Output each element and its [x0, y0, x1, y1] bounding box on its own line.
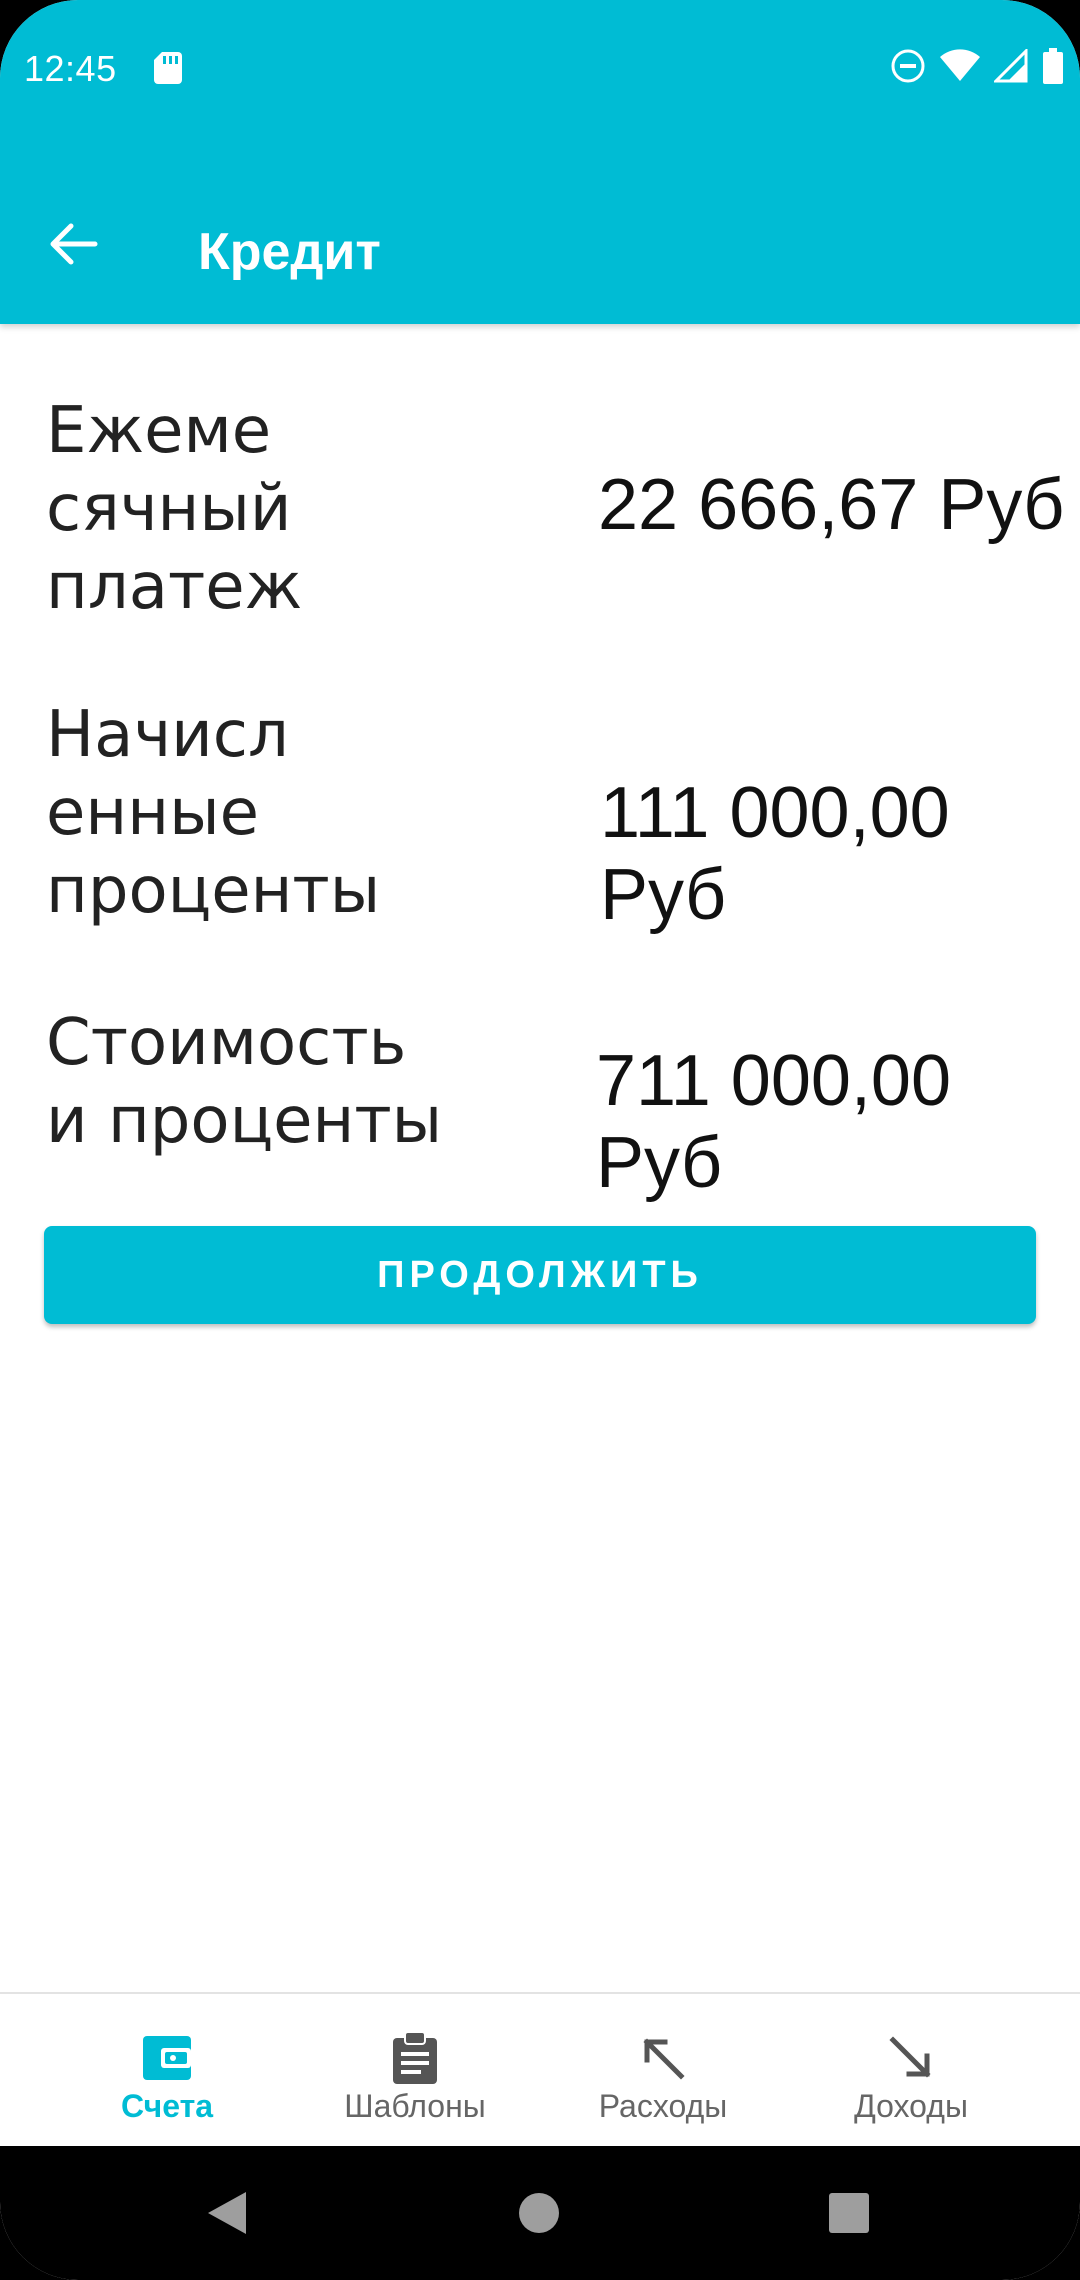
continue-button[interactable]: ПРОДОЛЖИТЬ [44, 1226, 1036, 1324]
result-label-text: Ежеме сячный платеж [46, 394, 303, 624]
result-value: 111 000,00 Руб [600, 773, 950, 935]
system-navigation-bar [0, 2146, 1080, 2280]
back-triangle-icon[interactable] [204, 2190, 248, 2236]
result-value: 22 666,67 Руб [598, 465, 1065, 545]
recents-square-icon[interactable] [828, 2192, 870, 2234]
page-title: Кредит [198, 223, 381, 281]
back-button[interactable] [44, 214, 104, 274]
result-row-accrued-interest: Начисл енные проценты 111 000,00 Руб [0, 696, 1080, 936]
result-label: Стоимость и проценты [46, 1004, 442, 1160]
clipboard-icon [393, 2031, 437, 2084]
result-value: 711 000,00 Руб [596, 1041, 952, 1203]
home-circle-icon[interactable] [518, 2192, 560, 2234]
result-row-monthly-payment: Ежеме сячный платеж 22 666,67 Руб [0, 392, 1080, 632]
arrow-back-icon [50, 223, 98, 265]
result-row-total-cost: Стоимость и проценты 711 000,00 Руб [0, 1004, 1080, 1203]
signal-icon [994, 49, 1028, 83]
dnd-icon [891, 49, 925, 83]
nav-item-income[interactable]: Доходы [776, 1994, 1046, 2148]
nav-label: Доходы [854, 2088, 968, 2124]
status-time: 12:45 [24, 48, 117, 89]
nav-item-templates[interactable]: Шаблоны [280, 1994, 550, 2148]
sd-card-icon [154, 52, 182, 84]
result-label-text: Начисл енные проценты [46, 698, 381, 928]
app-bar: 12:45 Кредит [0, 0, 1080, 324]
nav-label: Расходы [598, 2088, 728, 2124]
result-label-text: Стоимость и проценты [46, 1006, 443, 1158]
nav-label: Счета [120, 2088, 214, 2124]
nav-item-expenses[interactable]: Расходы [528, 1994, 798, 2148]
arrow-down-right-icon [889, 2036, 931, 2078]
wifi-icon [940, 49, 980, 81]
battery-icon [1043, 48, 1063, 84]
phone-screen: 12:45 Кредит Ежеме сячный платеж 22 666,… [0, 0, 1080, 2280]
wallet-icon [143, 2036, 191, 2080]
nav-label: Шаблоны [344, 2088, 486, 2124]
result-label: Ежеме сячный платеж [46, 392, 302, 626]
nav-item-accounts[interactable]: Счета [32, 1994, 302, 2148]
status-icons [890, 46, 1064, 86]
arrow-up-left-icon [643, 2038, 685, 2080]
result-label: Начисл енные проценты [46, 696, 380, 930]
bottom-navigation: Счета Шаблоны Расходы Доходы [0, 1992, 1080, 2148]
